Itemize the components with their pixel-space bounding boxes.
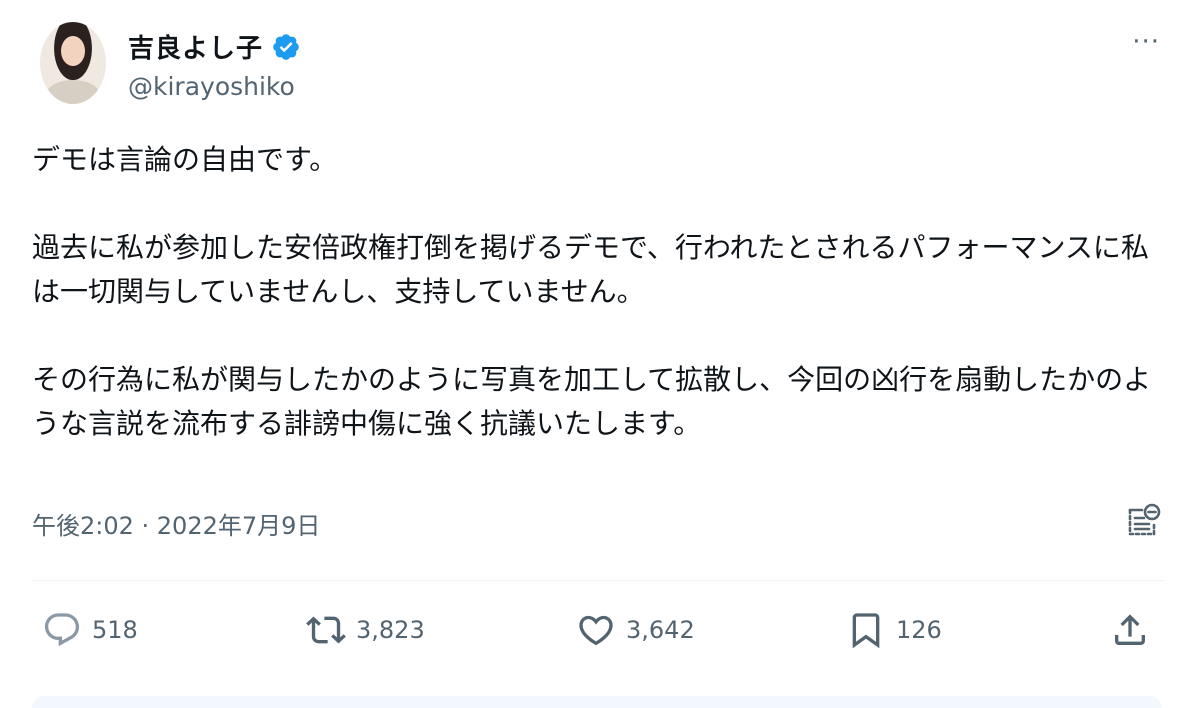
tweet-paragraph: その行為に私が関与したかのように写真を加工して拡散し、今回の凶行を扇動したかのよ…: [32, 363, 1152, 440]
share-icon: [1115, 614, 1145, 645]
avatar-jacket: [46, 80, 100, 104]
reply-button[interactable]: 518: [42, 604, 138, 656]
bookmark-icon: [852, 613, 880, 649]
action-bar: 518 3,823 3,642 126: [0, 604, 1202, 656]
avatar[interactable]: [40, 22, 106, 104]
divider: [32, 580, 1164, 581]
community-notes-icon[interactable]: [1124, 502, 1162, 540]
heart-icon: [579, 615, 613, 646]
author-name-row: 吉良よし子: [128, 28, 301, 65]
share-button[interactable]: [1110, 604, 1150, 656]
tweet-text: デモは言論の自由です。 過去に私が参加した安倍政権打倒を掲げるデモで、行われたと…: [32, 138, 1172, 446]
tweet-timestamp[interactable]: 午後2:02 · 2022年7月9日: [32, 506, 320, 541]
bookmark-count: 126: [896, 616, 942, 644]
repost-count: 3,823: [356, 616, 425, 644]
more-icon[interactable]: ···: [1132, 29, 1160, 55]
verified-badge-icon[interactable]: [271, 32, 301, 62]
repost-icon: [306, 616, 346, 644]
like-button[interactable]: 3,642: [576, 604, 695, 656]
author-handle[interactable]: @kirayoshiko: [128, 72, 295, 101]
avatar-face: [61, 36, 85, 66]
author-display-name[interactable]: 吉良よし子: [128, 28, 263, 65]
reply-composer-hint: [32, 696, 1162, 708]
repost-button[interactable]: 3,823: [306, 604, 425, 656]
tweet-paragraph: デモは言論の自由です。: [32, 143, 338, 176]
bookmark-button[interactable]: 126: [846, 604, 942, 656]
reply-count: 518: [92, 616, 138, 644]
tweet: 吉良よし子 @kirayoshiko ··· デモは言論の自由です。 過去に私が…: [0, 0, 1202, 708]
tweet-paragraph: 過去に私が参加した安倍政権打倒を掲げるデモで、行われたとされるパフォーマンスに私…: [32, 231, 1149, 308]
like-count: 3,642: [626, 616, 695, 644]
reply-icon: [44, 613, 80, 647]
